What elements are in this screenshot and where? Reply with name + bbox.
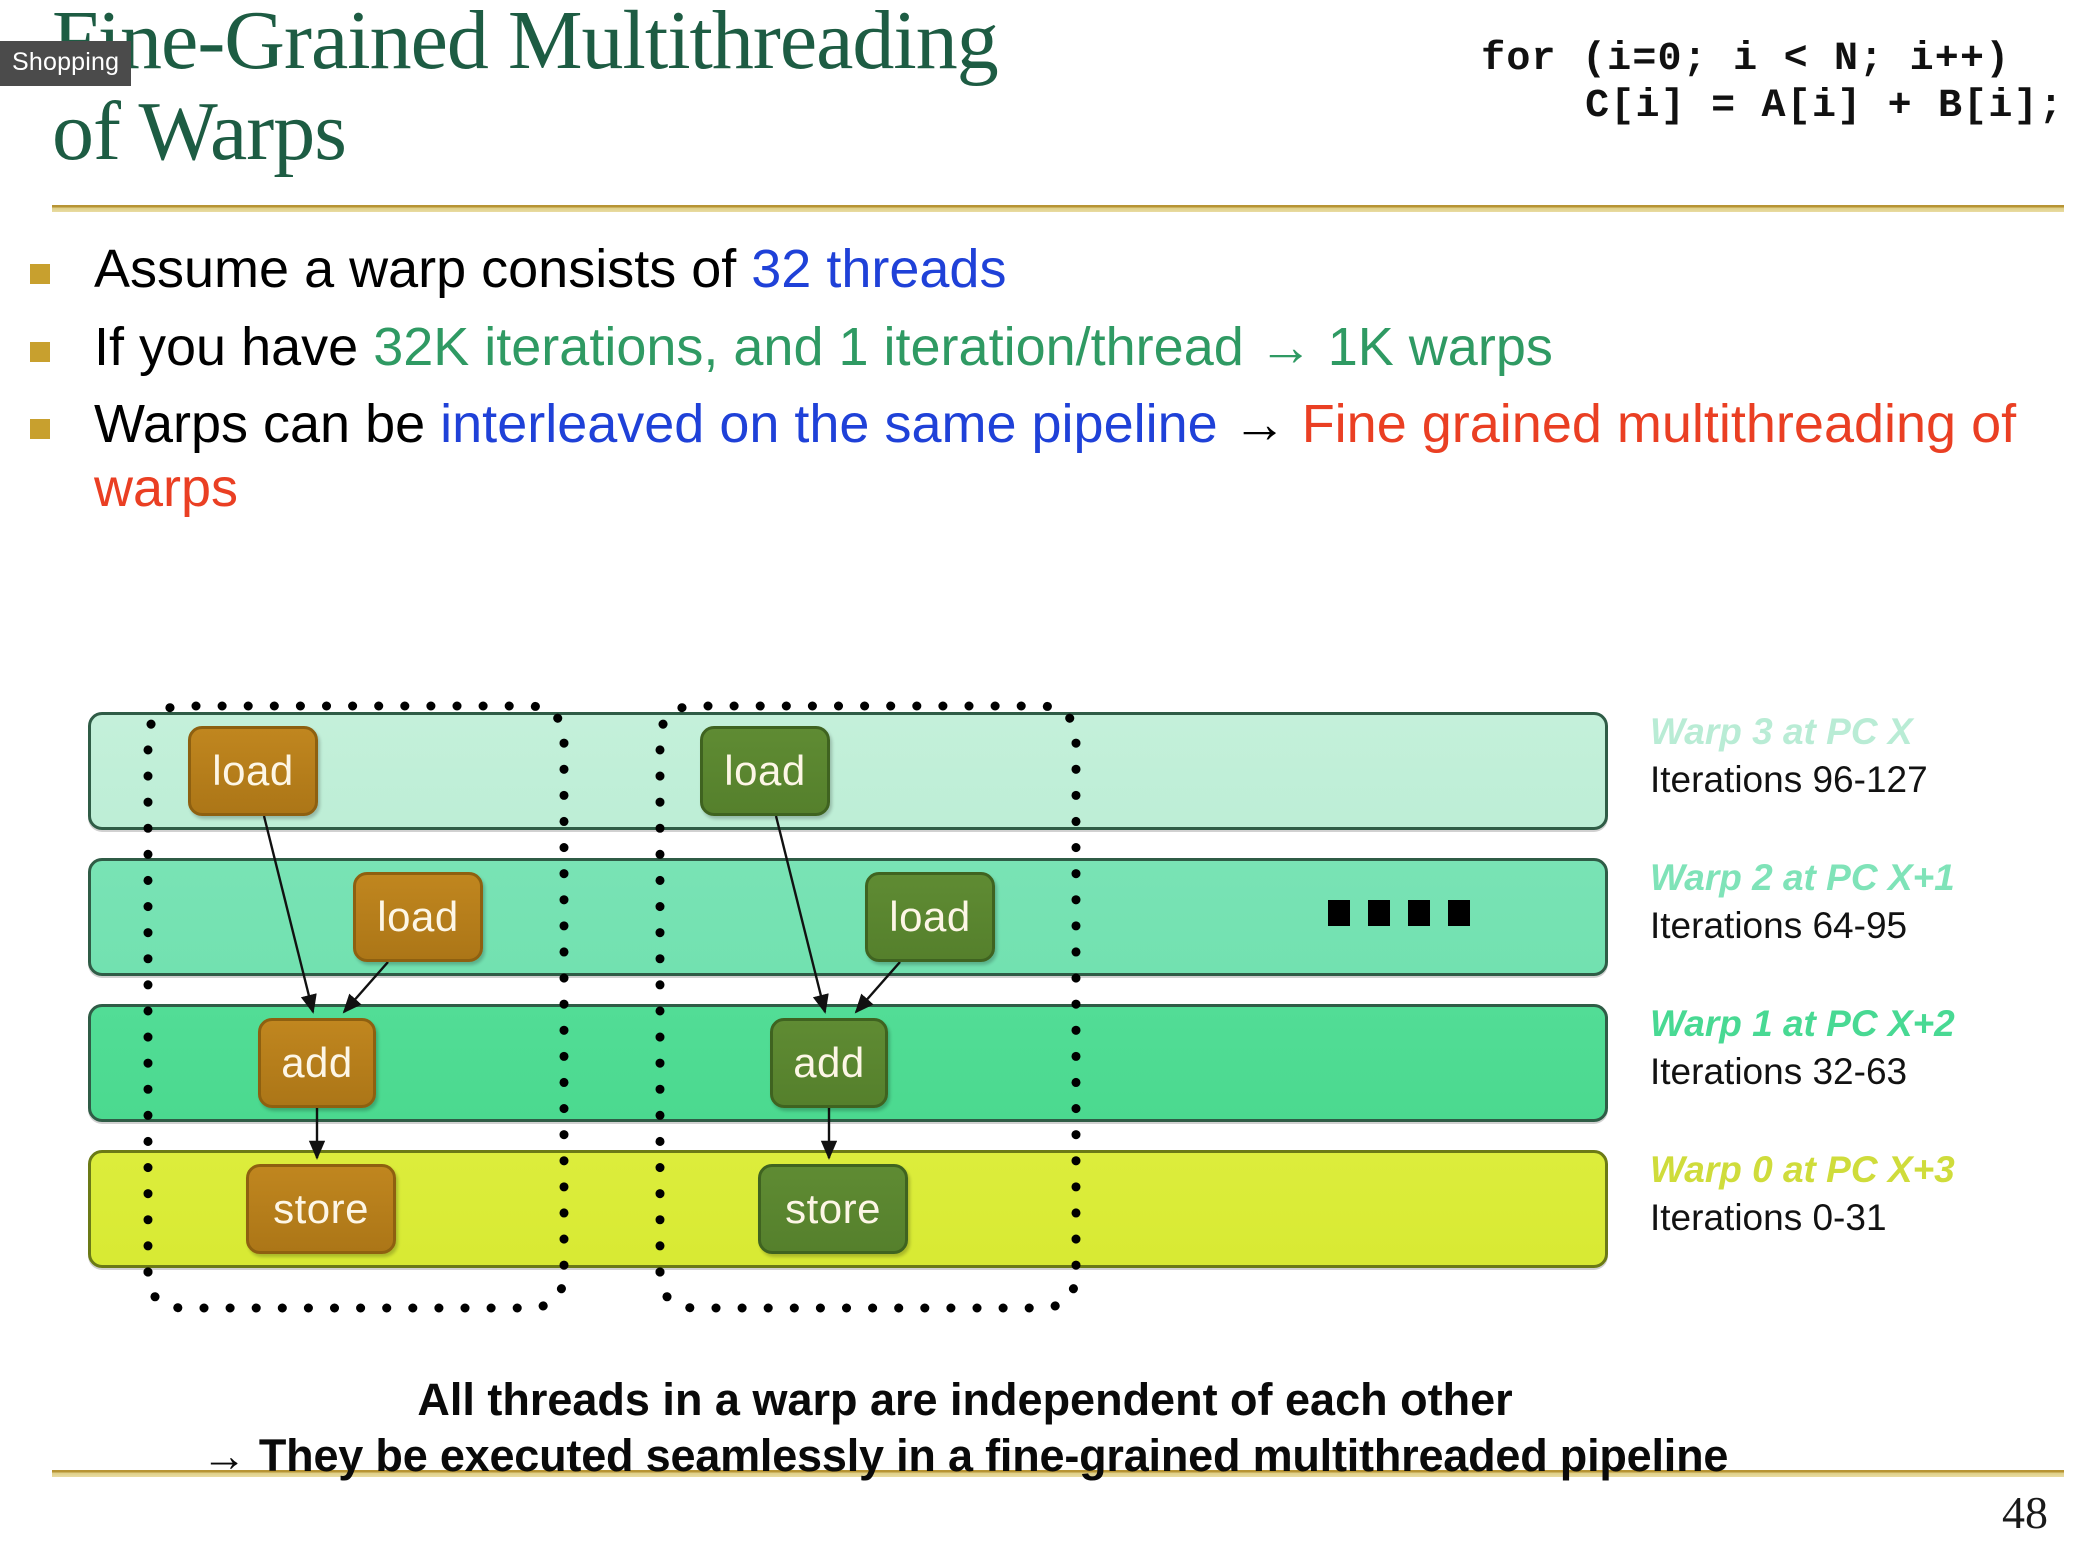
bullet-text: Warps can be interleaved on the same pip…	[94, 393, 2084, 520]
bullet-text-segment: Warps can be	[94, 394, 441, 455]
warp-iterations: Iterations 0-31	[1650, 1196, 1887, 1238]
bullet-list: Assume a warp consists of 32 threads If y…	[14, 238, 2084, 535]
pipeline-diagram: load load add store load load add store	[88, 701, 1608, 1313]
bullet-text: Assume a warp consists of 32 threads	[94, 238, 1006, 302]
bullet-text-segment: Assume a warp consists of	[94, 239, 752, 299]
arrow-load2-to-add-g2	[854, 961, 901, 1014]
arrow-load1-to-add-g2	[774, 815, 829, 1014]
code-snippet: for (i=0; i < N; i++) C[i] = A[i] + B[i]…	[1481, 36, 2064, 130]
caption-line-1: All threads in a warp are independent of…	[417, 1374, 1513, 1425]
warp-legend-entry: Warp 1 at PC X+2 Iterations 32-63	[1650, 1003, 2080, 1093]
bullet-item: Warps can be interleaved on the same pip…	[14, 393, 2084, 520]
op-box-load-warp2: load	[700, 726, 830, 816]
ellipsis-dot	[1368, 900, 1390, 926]
warp-group-outline-1-bottom	[143, 1267, 569, 1313]
warp-iterations: Iterations 32-63	[1650, 1050, 1908, 1092]
arrow-load2-to-add	[342, 961, 389, 1014]
header-divider-rule	[52, 205, 2064, 212]
op-box-store-warp1: store	[246, 1164, 396, 1254]
bullet-marker-icon	[30, 419, 50, 440]
bullet-text: If you have 32K iterations, and 1 iterat…	[94, 316, 1553, 380]
slide-title: Fine-Grained Multithreading of Warps	[52, 0, 999, 178]
op-box-store-warp2: store	[758, 1164, 908, 1254]
capture-source-badge: Shopping	[0, 41, 132, 86]
code-line-for-loop: for (i=0; i < N; i++)	[1481, 37, 2011, 82]
bullet-text-segment: If you have	[94, 316, 374, 377]
bullet-text-segment: interleaved on the same pipeline	[440, 394, 1218, 455]
bullet-text-segment: 32 threads	[751, 239, 1007, 299]
arrow-load1-to-add	[262, 815, 317, 1014]
warp-legend-entry: Warp 3 at PC X Iterations 96-127	[1650, 711, 2080, 801]
caption-line-2: → They be executed seamlessly in a fine-…	[201, 1429, 1729, 1481]
bullet-item: If you have 32K iterations, and 1 iterat…	[14, 316, 2084, 380]
page-number: 48	[2002, 1487, 2048, 1538]
bullet-text-segment: →	[1217, 394, 1302, 455]
warp-title: Warp 0 at PC X+3	[1650, 1149, 1955, 1190]
ellipsis-dot	[1328, 900, 1350, 926]
warp-title: Warp 2 at PC X+1	[1650, 857, 1955, 898]
op-box-add-warp1: add	[258, 1018, 376, 1108]
bullet-text-segment: 32K iterations, and 1 iteration/thread →…	[373, 316, 1553, 377]
op-box-load-warp2: load	[865, 872, 995, 962]
bullet-marker-icon	[30, 341, 50, 362]
warp-legend-entry: Warp 2 at PC X+1 Iterations 64-95	[1650, 857, 2080, 947]
ellipsis-dot	[1448, 900, 1470, 926]
ellipsis-dots	[1328, 900, 1470, 926]
warp-iterations: Iterations 64-95	[1650, 904, 1908, 946]
bullet-item: Assume a warp consists of 32 threads	[14, 238, 2084, 302]
warp-group-outline-2-bottom	[655, 1267, 1081, 1313]
ellipsis-dot	[1408, 900, 1430, 926]
warp-iterations: Iterations 96-127	[1650, 758, 1928, 800]
bullet-marker-icon	[30, 264, 50, 284]
slide-caption: All threads in a warp are independent of…	[0, 1372, 1930, 1484]
code-line-body: C[i] = A[i] + B[i];	[1585, 84, 2064, 130]
op-box-load-warp1: load	[353, 872, 483, 962]
op-box-add-warp2: add	[770, 1018, 888, 1108]
op-box-load-warp1: load	[188, 726, 318, 816]
warp-title: Warp 1 at PC X+2	[1650, 1003, 1955, 1044]
warp-legend-entry: Warp 0 at PC X+3 Iterations 0-31	[1650, 1149, 2080, 1239]
warp-title: Warp 3 at PC X	[1650, 711, 1913, 752]
